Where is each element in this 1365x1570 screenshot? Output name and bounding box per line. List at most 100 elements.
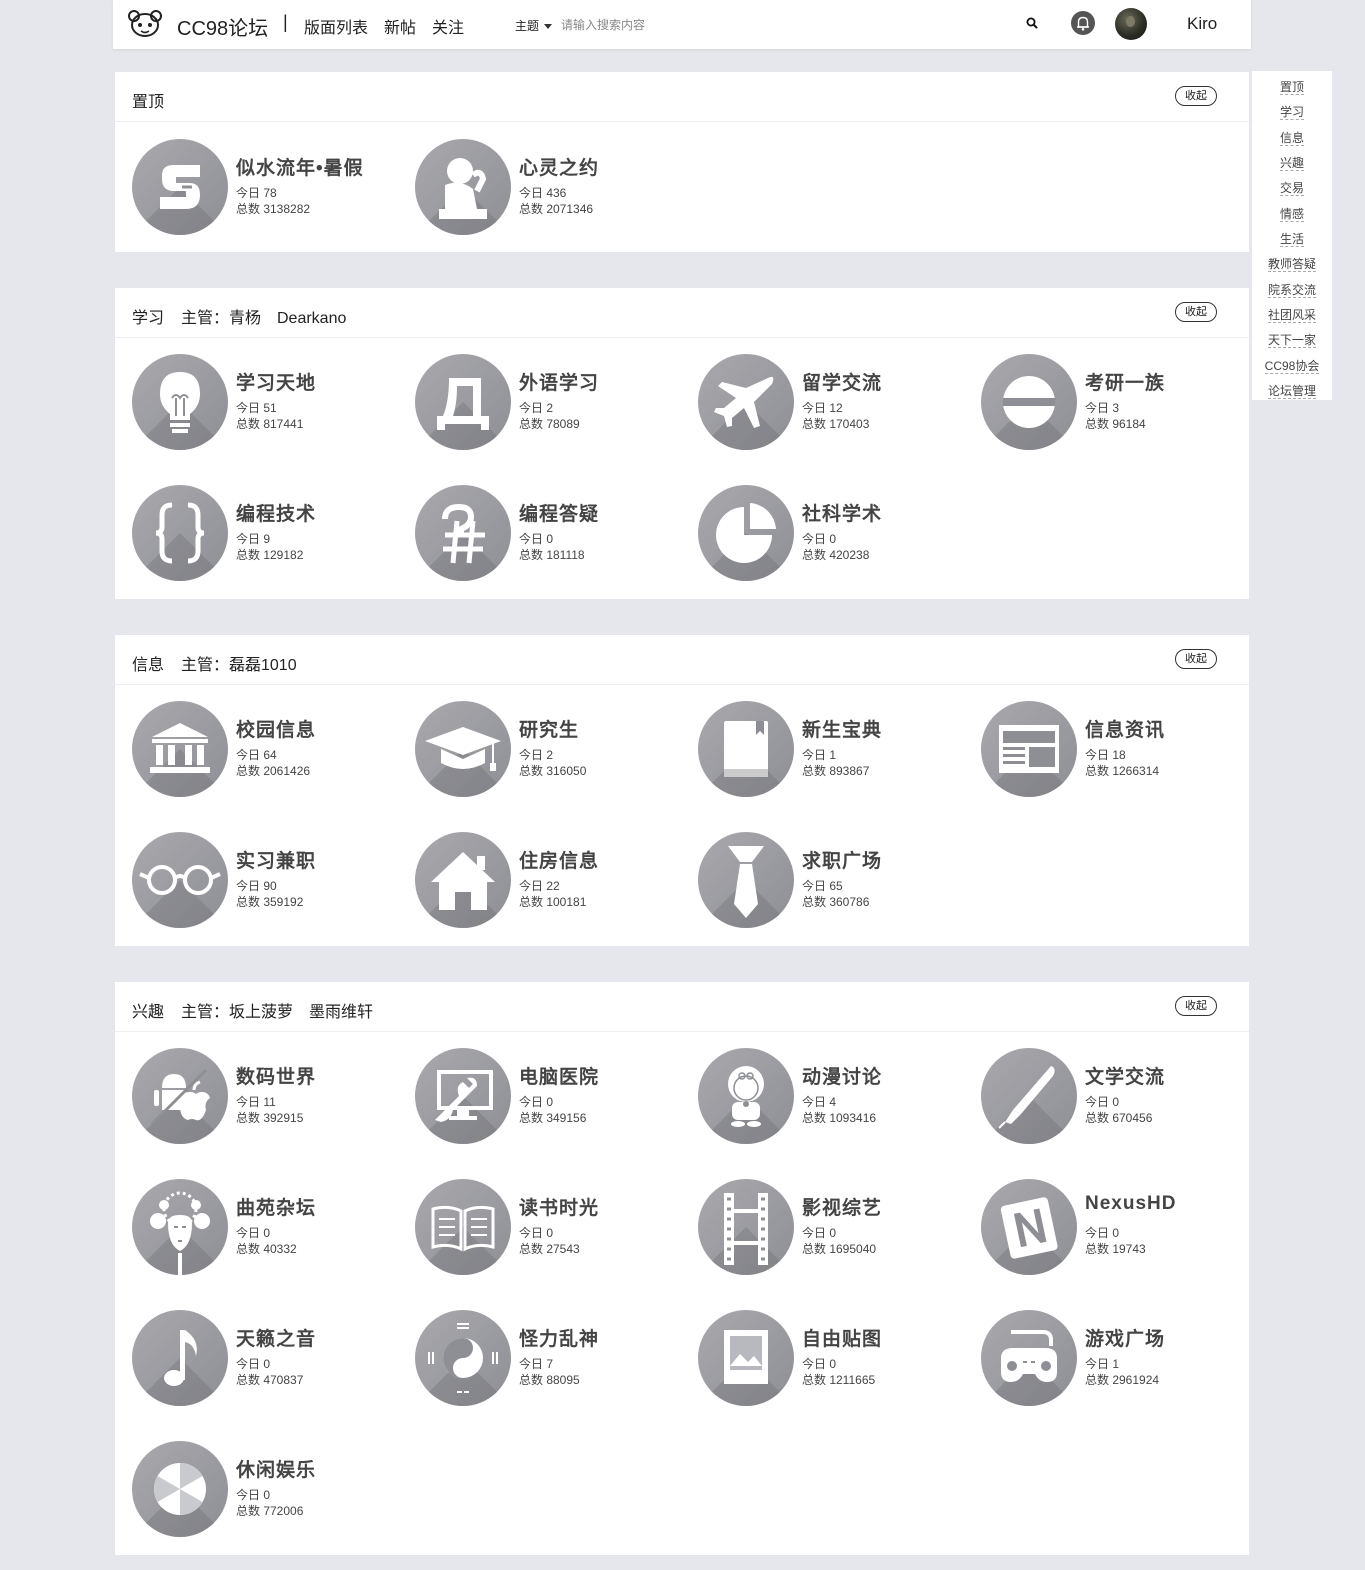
board-card[interactable]: 学习天地 今日 51 总数 817441 [132, 354, 402, 452]
gamepad-icon [981, 1310, 1077, 1406]
board-total-count: 总数 349156 [519, 1111, 587, 1125]
board-card[interactable]: 怪力乱神 今日 7 总数 88095 [415, 1310, 685, 1408]
board-today-count: 今日 0 [519, 1095, 554, 1109]
index-item-interest[interactable]: 兴趣 [1252, 154, 1332, 171]
board-total-count: 总数 3138282 [236, 202, 311, 216]
index-item-study[interactable]: 学习 [1252, 103, 1332, 120]
board-total-count: 总数 470837 [236, 1373, 304, 1387]
index-item-life[interactable]: 生活 [1252, 230, 1332, 247]
board-card[interactable]: 校园信息 今日 64 总数 2061426 [132, 701, 402, 799]
logo-s-icon [132, 139, 228, 235]
index-item-departments[interactable]: 院系交流 [1252, 281, 1332, 298]
search-icon[interactable] [1025, 16, 1039, 30]
section-index-sidebar: 置顶 学习 信息 兴趣 交易 情感 生活 教师答疑 院系交流 社团风采 天下一家… [1252, 71, 1332, 400]
board-card[interactable]: 似水流年•暑假 今日 78 总数 3138282 [132, 139, 402, 237]
nav-new-posts[interactable]: 新帖 [384, 14, 416, 38]
search-type-dropdown[interactable]: 主题 [515, 17, 553, 34]
board-card[interactable]: 游戏广场 今日 1 总数 2961924 [981, 1310, 1251, 1408]
board-card[interactable]: 休闲娱乐 今日 0 总数 772006 [132, 1441, 402, 1539]
theta-icon [981, 354, 1077, 450]
collapse-button[interactable]: 收起 [1175, 649, 1217, 669]
board-total-count: 总数 420238 [802, 548, 870, 562]
thinker-icon [415, 139, 511, 235]
index-item-label: 天下一家 [1267, 333, 1316, 348]
username[interactable]: Kiro [1187, 14, 1217, 34]
board-total-count: 总数 88095 [519, 1373, 580, 1387]
index-item-trade[interactable]: 交易 [1252, 179, 1332, 196]
board-name: 住房信息 [519, 851, 600, 872]
board-card[interactable]: 心灵之约 今日 436 总数 2071346 [415, 139, 685, 237]
board-total-count: 总数 100181 [519, 895, 587, 909]
board-card[interactable]: 编程答疑 今日 0 总数 181118 [415, 485, 685, 583]
index-item-label: 情感 [1279, 207, 1304, 222]
board-card[interactable]: 读书时光 今日 0 总数 27543 [415, 1179, 685, 1277]
board-card[interactable]: 住房信息 今日 22 总数 100181 [415, 832, 685, 930]
board-total-count: 总数 392915 [236, 1111, 304, 1125]
board-total-count: 总数 360786 [802, 895, 870, 909]
board-name: 研究生 [519, 720, 580, 741]
board-name: 文学交流 [1085, 1067, 1166, 1088]
newspaper-icon [981, 701, 1077, 797]
bell-icon[interactable] [1071, 11, 1095, 35]
board-card[interactable]: 天籁之音 今日 0 总数 470837 [132, 1310, 402, 1408]
nav-board-list[interactable]: 版面列表 [304, 14, 368, 38]
board-card[interactable]: 实习兼职 今日 90 总数 359192 [132, 832, 402, 930]
board-total-count: 总数 1266314 [1085, 764, 1160, 778]
board-card[interactable]: 编程技术 今日 9 总数 129182 [132, 485, 402, 583]
board-card[interactable]: 自由贴图 今日 0 总数 1211665 [698, 1310, 968, 1408]
board-today-count: 今日 0 [1085, 1226, 1120, 1240]
nav-separator: | [283, 12, 288, 32]
index-item-label: 教师答疑 [1267, 257, 1316, 272]
brand-title[interactable]: CC98论坛 [177, 12, 268, 41]
board-card[interactable]: 电脑医院 今日 0 总数 349156 [415, 1048, 685, 1146]
cc98-logo-icon[interactable] [127, 10, 163, 38]
board-card[interactable]: NexusHD 今日 0 总数 19743 [981, 1179, 1251, 1277]
board-name: 社科学术 [802, 504, 883, 525]
n-logo-icon [981, 1179, 1077, 1275]
nav-following[interactable]: 关注 [432, 14, 464, 38]
board-card[interactable]: 社科学术 今日 0 总数 420238 [698, 485, 968, 583]
index-item-cc98-assoc[interactable]: CC98协会 [1252, 357, 1332, 374]
board-today-count: 今日 51 [236, 401, 277, 415]
board-today-count: 今日 0 [519, 1226, 554, 1240]
board-name: 游戏广场 [1085, 1329, 1166, 1350]
board-card[interactable]: 留学交流 今日 12 总数 170403 [698, 354, 968, 452]
board-name: 考研一族 [1085, 373, 1166, 394]
collapse-button[interactable]: 收起 [1175, 86, 1217, 106]
index-item-admin[interactable]: 论坛管理 [1252, 382, 1332, 399]
board-total-count: 总数 772006 [236, 1504, 304, 1518]
index-item-world[interactable]: 天下一家 [1252, 331, 1332, 348]
board-total-count: 总数 129182 [236, 548, 304, 562]
board-card[interactable]: 考研一族 今日 3 总数 96184 [981, 354, 1251, 452]
board-today-count: 今日 0 [236, 1488, 271, 1502]
board-card[interactable]: 影视综艺 今日 0 总数 1695040 [698, 1179, 968, 1277]
search-input[interactable] [559, 14, 763, 36]
index-item-teacher-qa[interactable]: 教师答疑 [1252, 255, 1332, 272]
board-card[interactable]: 文学交流 今日 0 总数 670456 [981, 1048, 1251, 1146]
board-card[interactable]: 新生宝典 今日 1 总数 893867 [698, 701, 968, 799]
board-card[interactable]: 外语学习 今日 2 总数 78089 [415, 354, 685, 452]
board-card[interactable]: 数码世界 今日 11 总数 392915 [132, 1048, 402, 1146]
section-header: 兴趣 主管：坂上菠萝 墨雨维轩 收起 [115, 982, 1249, 1032]
board-total-count: 总数 893867 [802, 764, 870, 778]
board-card[interactable]: 曲苑杂坛 今日 0 总数 40332 [132, 1179, 402, 1277]
board-card[interactable]: 求职广场 今日 65 总数 360786 [698, 832, 968, 930]
collapse-button[interactable]: 收起 [1175, 302, 1217, 322]
avatar[interactable] [1115, 8, 1147, 40]
film-icon [698, 1179, 794, 1275]
braces-icon [132, 485, 228, 581]
section-header: 置顶 收起 [115, 72, 1249, 122]
collapse-button[interactable]: 收起 [1175, 996, 1217, 1016]
index-item-emotion[interactable]: 情感 [1252, 205, 1332, 222]
index-item-label: 兴趣 [1279, 156, 1304, 171]
board-card[interactable]: 研究生 今日 2 总数 316050 [415, 701, 685, 799]
index-item-info[interactable]: 信息 [1252, 129, 1332, 146]
android-apple-icon [132, 1048, 228, 1144]
board-card[interactable]: 信息资讯 今日 18 总数 1266314 [981, 701, 1251, 799]
index-item-pinned[interactable]: 置顶 [1252, 78, 1332, 95]
board-today-count: 今日 1 [1085, 1357, 1120, 1371]
index-item-clubs[interactable]: 社团风采 [1252, 306, 1332, 323]
board-today-count: 今日 90 [236, 879, 277, 893]
index-item-label: 信息 [1279, 131, 1304, 146]
board-card[interactable]: 动漫讨论 今日 4 总数 1093416 [698, 1048, 968, 1146]
